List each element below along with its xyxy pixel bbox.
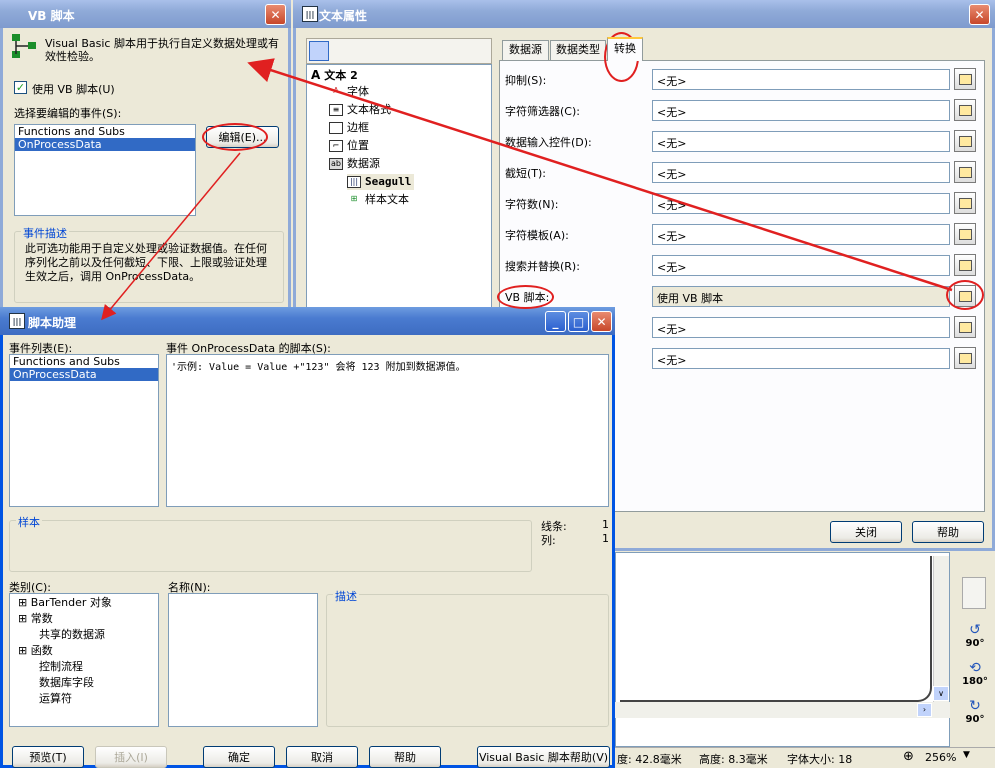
tab-convert[interactable]: 转换 [607,37,643,61]
tab-label: 转换 [614,42,636,55]
annotation-arrows [101,58,953,321]
